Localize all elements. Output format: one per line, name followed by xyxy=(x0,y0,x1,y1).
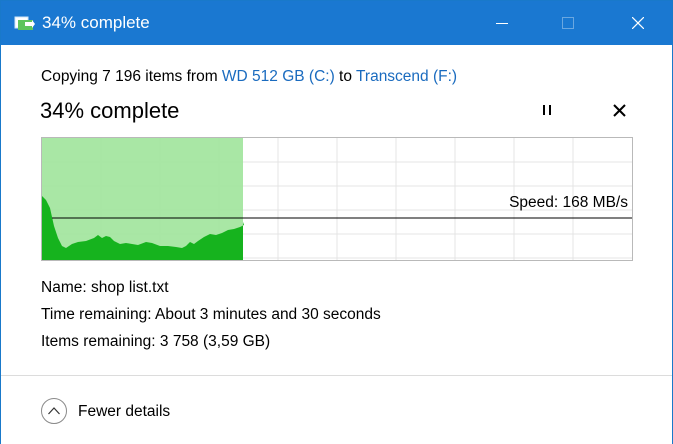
pause-button[interactable] xyxy=(538,101,558,121)
destination-link[interactable]: Transcend (F:) xyxy=(356,68,457,85)
progress-heading: 34% complete xyxy=(40,98,180,123)
cancel-button[interactable] xyxy=(610,101,630,121)
footer: Fewer details xyxy=(1,375,672,444)
copy-summary: Copying 7 196 items from WD 512 GB (C:) … xyxy=(41,67,457,87)
window-title: 34% complete xyxy=(42,13,150,32)
time-remaining-value: About 3 minutes and 30 seconds xyxy=(155,306,381,323)
title-bar[interactable]: 34% complete xyxy=(1,1,672,45)
close-button[interactable] xyxy=(615,1,661,45)
speed-label: Speed: 168 MB/s xyxy=(509,194,628,211)
detail-name: Name: shop list.txt xyxy=(41,278,169,298)
minimize-button[interactable] xyxy=(479,1,525,45)
cancel-icon xyxy=(613,104,626,117)
fewer-details-label: Fewer details xyxy=(78,403,171,420)
fewer-details-button[interactable]: Fewer details xyxy=(40,397,200,427)
time-remaining-label: Time remaining: xyxy=(41,306,155,323)
transfer-speed-graph: Speed: 168 MB/s xyxy=(41,137,633,261)
close-icon xyxy=(632,17,644,29)
maximize-icon xyxy=(562,17,574,29)
pause-icon xyxy=(543,105,551,115)
items-remaining-label: Items remaining: xyxy=(41,333,160,350)
name-value: shop list.txt xyxy=(90,279,169,296)
chevron-up-circle-icon xyxy=(40,397,68,425)
file-copy-icon xyxy=(14,15,36,31)
copy-middle: to xyxy=(334,68,357,85)
maximize-button[interactable] xyxy=(545,1,591,45)
items-remaining-value: 3 758 (3,59 GB) xyxy=(159,333,271,350)
detail-items-remaining: Items remaining: 3 758 (3,59 GB) xyxy=(41,332,270,352)
minimize-icon xyxy=(496,23,508,24)
copy-prefix: Copying 7 196 items from xyxy=(41,68,222,85)
name-label: Name: xyxy=(41,279,91,296)
detail-time-remaining: Time remaining: About 3 minutes and 30 s… xyxy=(41,305,381,325)
copy-progress-dialog: 34% complete Copying 7 196 items from WD… xyxy=(0,0,673,444)
source-link[interactable]: WD 512 GB (C:) xyxy=(222,68,335,85)
